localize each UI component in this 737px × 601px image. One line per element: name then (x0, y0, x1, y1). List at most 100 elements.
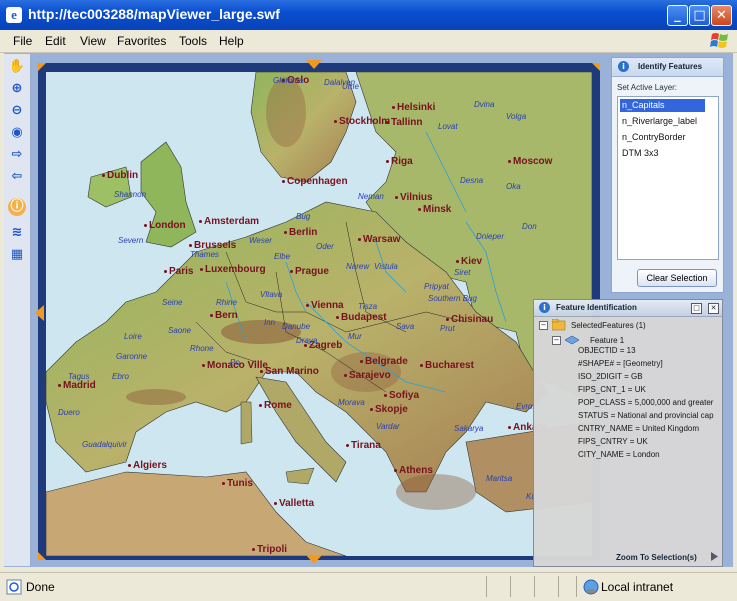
city-label[interactable]: Tripoli (252, 544, 287, 555)
pan-west-arrow[interactable] (35, 305, 44, 321)
river-label: Duero (58, 408, 80, 417)
attribute-row: ISO_2DIGIT = GB (578, 372, 643, 381)
map-corner-sw (38, 552, 46, 560)
city-label[interactable]: Tunis (222, 478, 253, 489)
identify-icon[interactable]: ⓘ (8, 198, 26, 216)
menu-bar: File Edit View Favorites Tools Help (0, 30, 737, 53)
river-label: Vardar (376, 422, 400, 431)
city-label[interactable]: San Marino (260, 366, 319, 377)
river-label: Tagus (68, 372, 90, 381)
selected-features-node[interactable]: SelectedFeatures (1) (571, 321, 646, 330)
city-label[interactable]: Tirana (346, 440, 381, 451)
river-label: Mur (348, 332, 362, 341)
layer-item[interactable]: n_Riverlarge_label (620, 115, 705, 128)
city-label[interactable]: Skopje (370, 404, 408, 415)
collapse-icon[interactable]: − (539, 321, 548, 330)
river-label: Dvina (474, 100, 495, 109)
river-label: Po (230, 358, 240, 367)
city-label[interactable]: Helsinki (392, 102, 435, 113)
play-arrow-icon[interactable] (711, 552, 718, 561)
city-label[interactable]: Warsaw (358, 234, 400, 245)
city-label[interactable]: Belgrade (360, 356, 408, 367)
menu-help[interactable]: Help (219, 34, 244, 48)
city-label[interactable]: Tallinn (386, 117, 422, 128)
city-label[interactable]: Minsk (418, 204, 451, 215)
city-label[interactable]: Amsterdam (199, 216, 259, 227)
windows-logo-icon (710, 33, 728, 48)
minimize-button[interactable]: _ (667, 5, 688, 26)
river-label: Weser (249, 236, 272, 245)
city-label[interactable]: Algiers (128, 460, 167, 471)
river-label: Inn (264, 318, 276, 327)
river-label: Southern Bug (428, 294, 477, 303)
pan-north-arrow[interactable] (306, 60, 322, 69)
layer-item[interactable]: DTM 3x3 (620, 147, 705, 160)
close-panel-button[interactable]: ✕ (708, 303, 719, 314)
city-label[interactable]: Luxembourg (200, 264, 266, 275)
river-label: Severn (118, 236, 144, 245)
clear-selection-button[interactable]: Clear Selection (637, 269, 717, 287)
layer-list[interactable]: n_Capitals n_Riverlarge_label n_ContryBo… (617, 96, 719, 260)
map-canvas[interactable]: Oslo Stockholm Helsinki Tallinn Riga Moscow Co… (46, 72, 592, 556)
city-label[interactable]: Bern (210, 310, 238, 321)
collapse-icon[interactable]: − (552, 336, 561, 345)
city-label[interactable]: Riga (386, 156, 413, 167)
city-label[interactable]: Vilnius (395, 192, 433, 203)
city-label[interactable]: Prague (290, 266, 329, 277)
menu-tools[interactable]: Tools (179, 34, 207, 48)
city-label[interactable]: Berlin (284, 227, 317, 238)
menu-edit[interactable]: Edit (45, 34, 66, 48)
river-label: Danube (282, 322, 311, 331)
river-label: Shannon (114, 190, 147, 199)
feature-panel-header: i Feature Identification □ ✕ (534, 300, 722, 317)
pan-hand-icon[interactable]: ✋ (8, 58, 26, 76)
pan-south-arrow[interactable] (306, 555, 322, 564)
city-label[interactable]: Sofiya (384, 390, 419, 401)
river-label: Loire (124, 332, 142, 341)
river-label: Vistula (374, 262, 398, 271)
city-label[interactable]: Stockholm (334, 116, 390, 127)
attribute-row: FIPS_CNTRY = UK (578, 437, 648, 446)
security-zone-text: Local intranet (601, 580, 674, 594)
identify-features-panel: i Identify Features Set Active Layer: n_… (611, 57, 724, 293)
city-label[interactable]: Rome (259, 400, 292, 411)
overview-icon[interactable]: ▦ (8, 246, 26, 264)
zoom-to-selection-link[interactable]: Zoom To Selection(s) (616, 553, 697, 562)
layer-item[interactable]: n_ContryBorder (620, 131, 705, 144)
menu-view[interactable]: View (80, 34, 106, 48)
feature-node[interactable]: Feature 1 (590, 336, 624, 345)
minimize-panel-button[interactable]: □ (691, 303, 702, 314)
maximize-button[interactable]: □ (689, 5, 710, 26)
map-terrain (46, 72, 592, 556)
layer-item[interactable]: n_Capitals (620, 99, 705, 112)
zoom-out-icon[interactable]: ⊖ (8, 102, 26, 120)
city-label[interactable]: Bucharest (420, 360, 474, 371)
city-label[interactable]: Paris (164, 266, 193, 277)
city-label[interactable]: Dublin (102, 170, 138, 181)
city-label[interactable]: Copenhagen (282, 176, 348, 187)
city-label[interactable]: Madrid (58, 380, 96, 391)
layers-icon[interactable]: ≋ (8, 224, 26, 242)
river-label: Oka (506, 182, 521, 191)
menu-favorites[interactable]: Favorites (117, 34, 166, 48)
zoom-in-icon[interactable]: ⊕ (8, 80, 26, 98)
river-label: Oder (316, 242, 334, 251)
city-label[interactable]: Athens (394, 465, 433, 476)
city-label[interactable]: Vienna (306, 300, 344, 311)
back-arrow-icon[interactable]: ⇦ (8, 168, 26, 186)
full-extent-icon[interactable]: ◉ (8, 124, 26, 142)
city-label[interactable]: Moscow (508, 156, 552, 167)
city-label[interactable]: Valletta (274, 498, 314, 509)
city-label[interactable]: Sarajevo (344, 370, 391, 381)
attribute-row: #SHAPE# = [Geometry] (578, 359, 663, 368)
city-label[interactable]: London (144, 220, 186, 231)
close-button[interactable]: ✕ (711, 5, 732, 26)
forward-arrow-icon[interactable]: ⇨ (8, 146, 26, 164)
menu-file[interactable]: File (13, 34, 32, 48)
browser-icon: e (6, 7, 22, 23)
city-label[interactable]: Budapest (336, 312, 387, 323)
river-label: Glomma (273, 76, 304, 85)
set-active-layer-label: Set Active Layer: (617, 83, 678, 92)
city-label[interactable]: Kiev (456, 256, 482, 267)
status-bar: Done Local intranet (0, 572, 737, 601)
